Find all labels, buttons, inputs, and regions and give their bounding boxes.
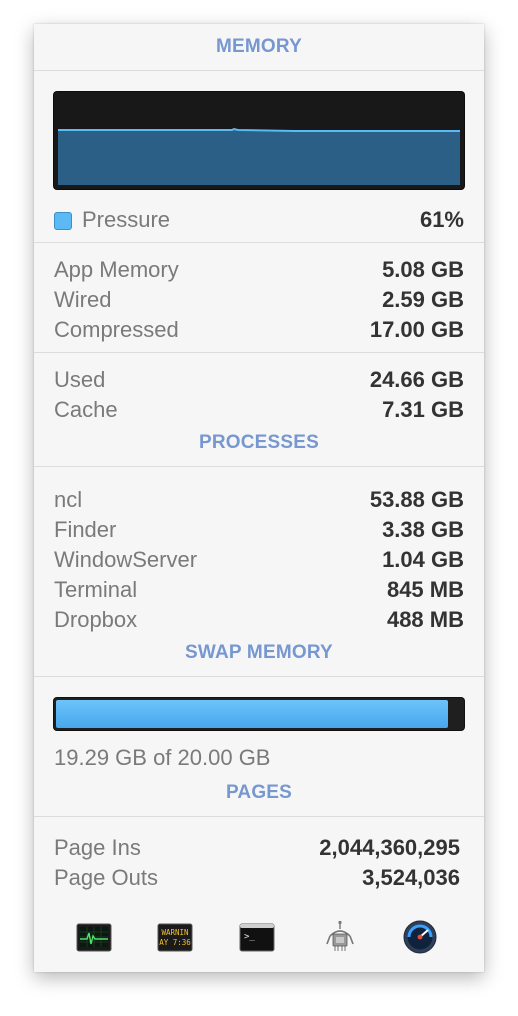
pressure-legend-swatch xyxy=(54,212,72,231)
process-memory: 488 MB xyxy=(386,607,464,632)
process-row[interactable]: WindowServer 1.04 GB xyxy=(54,545,464,575)
cache-row: Cache 7.31 GB xyxy=(54,395,464,425)
console-icon[interactable]: WARNIN AY 7:36 xyxy=(156,920,194,954)
row-label: Wired xyxy=(54,287,112,312)
pages-section-title: PAGES xyxy=(225,782,293,803)
memory-section-title: MEMORY xyxy=(216,36,302,57)
process-name: WindowServer xyxy=(54,547,198,572)
process-memory: 53.88 GB xyxy=(369,487,464,512)
console-icon-text-1: WARNIN xyxy=(161,928,188,937)
page-outs-row: Page Outs 3,524,036 xyxy=(54,863,460,893)
used-row: Used 24.66 GB xyxy=(54,365,464,395)
svg-text:>_: >_ xyxy=(244,932,255,942)
swap-usage-bar xyxy=(54,698,464,730)
divider xyxy=(34,70,484,71)
disk-utility-icon[interactable] xyxy=(401,920,439,954)
process-row[interactable]: Dropbox 488 MB xyxy=(54,605,464,635)
activity-monitor-icon[interactable] xyxy=(75,920,113,954)
swap-section-title: SWAP MEMORY xyxy=(185,642,333,663)
swap-usage-fill xyxy=(56,700,448,728)
app-memory-row: App Memory 5.08 GB xyxy=(54,255,464,285)
process-name: Terminal xyxy=(54,577,138,602)
pressure-graph-svg xyxy=(58,127,460,185)
row-value: 3,524,036 xyxy=(362,865,460,890)
pressure-value: 61% xyxy=(419,207,464,232)
row-label: App Memory xyxy=(54,257,179,282)
system-information-icon[interactable] xyxy=(321,920,359,954)
row-value: 24.66 GB xyxy=(369,367,464,392)
row-label: Cache xyxy=(54,397,118,422)
process-row[interactable]: Terminal 845 MB xyxy=(54,575,464,605)
process-memory: 845 MB xyxy=(386,577,464,602)
swap-usage-text: 19.29 GB of 20.00 GB xyxy=(54,745,271,770)
process-name: Dropbox xyxy=(54,607,138,632)
process-memory: 1.04 GB xyxy=(382,547,464,572)
row-value: 17.00 GB xyxy=(369,317,464,342)
row-value: 2.59 GB xyxy=(382,287,464,312)
divider xyxy=(34,466,484,467)
divider xyxy=(34,352,484,353)
pressure-row: Pressure 61% xyxy=(54,205,464,235)
pressure-graph-area xyxy=(58,129,460,185)
memory-panel: MEMORY Pressure 61% App Memory 5.08 GB W… xyxy=(34,24,484,972)
process-name: Finder xyxy=(54,517,117,542)
app-launcher-toolbar: WARNIN AY 7:36 >_ xyxy=(34,902,484,972)
divider xyxy=(34,242,484,243)
terminal-icon[interactable]: >_ xyxy=(238,920,276,954)
row-label: Compressed xyxy=(54,317,179,342)
row-label: Page Outs xyxy=(54,865,158,890)
process-row[interactable]: Finder 3.38 GB xyxy=(54,515,464,545)
compressed-row: Compressed 17.00 GB xyxy=(54,315,464,345)
row-value: 2,044,360,295 xyxy=(319,835,460,860)
divider xyxy=(34,816,484,817)
wired-row: Wired 2.59 GB xyxy=(54,285,464,315)
pressure-label-group: Pressure xyxy=(54,207,170,233)
pressure-graph-line xyxy=(58,127,460,132)
pressure-label: Pressure xyxy=(82,207,171,232)
memory-pressure-graph xyxy=(54,92,464,189)
row-value: 7.31 GB xyxy=(382,397,464,422)
row-label: Page Ins xyxy=(54,835,141,860)
processes-section-title: PROCESSES xyxy=(198,432,320,453)
page-ins-row: Page Ins 2,044,360,295 xyxy=(54,833,460,863)
divider xyxy=(34,676,484,677)
row-value: 5.08 GB xyxy=(382,257,464,282)
process-row[interactable]: ncl 53.88 GB xyxy=(54,485,464,515)
row-label: Used xyxy=(54,367,106,392)
process-memory: 3.38 GB xyxy=(382,517,464,542)
console-icon-text-2: AY 7:36 xyxy=(159,938,191,947)
process-name: ncl xyxy=(54,487,83,512)
